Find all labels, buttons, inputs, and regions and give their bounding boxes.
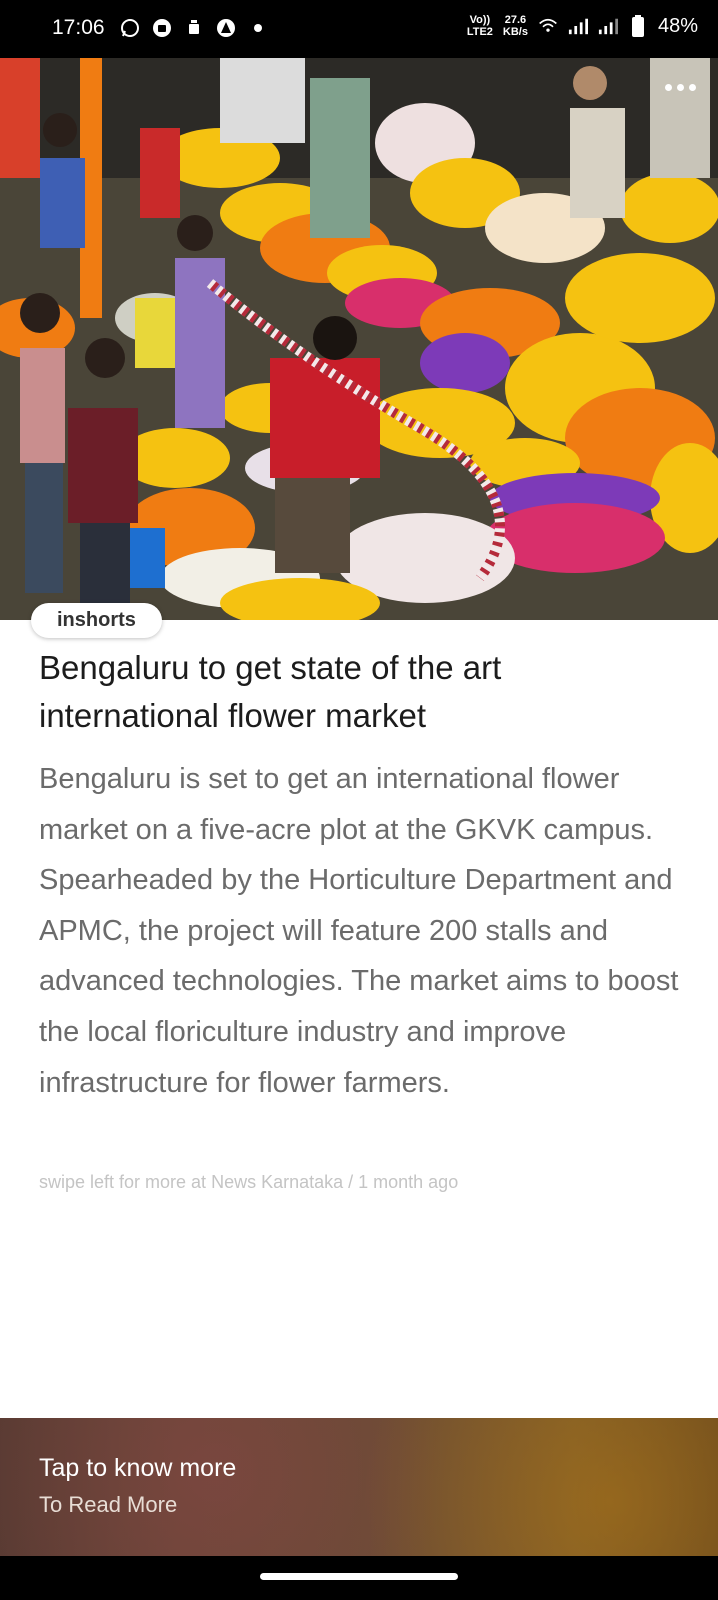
article-summary: Bengaluru is set to get an international… bbox=[39, 763, 679, 1099]
article-source-footnote[interactable]: swipe left for more at News Karnataka / … bbox=[39, 1172, 458, 1193]
dot-icon bbox=[248, 18, 268, 38]
bag-icon bbox=[152, 18, 172, 38]
navigation-bar bbox=[0, 1556, 718, 1600]
source-badge: inshorts bbox=[31, 603, 162, 638]
battery-percent: 48% bbox=[657, 14, 698, 37]
more-options-icon[interactable] bbox=[665, 84, 696, 91]
speed-value: 27.6 bbox=[504, 14, 527, 26]
whatsapp-icon bbox=[120, 18, 140, 38]
banner-title: Tap to know more bbox=[39, 1454, 237, 1482]
article-card[interactable]: Bengaluru to get state of the art intern… bbox=[0, 620, 718, 1418]
signal-icon bbox=[568, 16, 588, 36]
battery-icon bbox=[628, 15, 648, 37]
banner-subtitle: To Read More bbox=[39, 1492, 178, 1517]
article-headline: Bengaluru to get state of the art intern… bbox=[39, 649, 502, 734]
home-indicator[interactable] bbox=[260, 1573, 458, 1580]
notification-icons bbox=[120, 18, 268, 38]
network-speed: 27.6 KB/s bbox=[503, 14, 528, 38]
wifi-icon bbox=[538, 16, 558, 36]
volte-label: Vo)) bbox=[469, 14, 491, 26]
signal-icon bbox=[598, 16, 618, 36]
article-image[interactable] bbox=[0, 58, 718, 620]
status-bar: 17:06 Vo)) LTE2 27.6 KB/s 48% bbox=[0, 0, 718, 58]
flower-market-illustration bbox=[0, 58, 718, 620]
volte-indicator: Vo)) LTE2 bbox=[467, 14, 493, 38]
lte-label: LTE2 bbox=[466, 26, 493, 38]
read-more-banner[interactable]: Tap to know more To Read More bbox=[0, 1418, 718, 1556]
notification-icon bbox=[184, 18, 204, 38]
alert-icon bbox=[216, 18, 236, 38]
speed-unit: KB/s bbox=[502, 26, 528, 38]
status-right: Vo)) LTE2 27.6 KB/s 48% bbox=[467, 14, 698, 38]
status-time: 17:06 bbox=[52, 16, 105, 39]
